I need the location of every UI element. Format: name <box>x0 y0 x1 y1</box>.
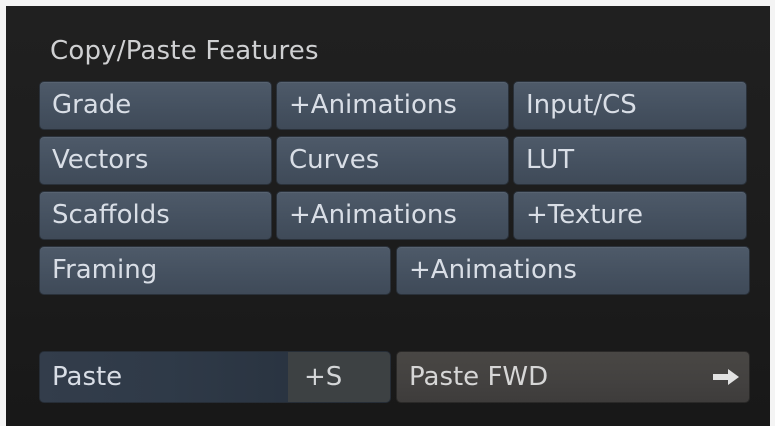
feature-row-4: Framing +Animations <box>39 246 750 295</box>
copy-paste-panel: Copy/Paste Features Grade +Animations In… <box>6 6 770 426</box>
grade-animations-button[interactable]: +Animations <box>276 81 509 130</box>
paste-row: Paste +S Paste FWD <box>39 351 750 403</box>
paste-forward-label: Paste FWD <box>409 362 549 392</box>
feature-row-1: Grade +Animations Input/CS <box>39 81 750 130</box>
grade-button[interactable]: Grade <box>39 81 272 130</box>
texture-button[interactable]: +Texture <box>513 191 747 240</box>
feature-row-3: Scaffolds +Animations +Texture <box>39 191 750 240</box>
framing-animations-button[interactable]: +Animations <box>396 246 750 295</box>
curves-button[interactable]: Curves <box>276 136 509 185</box>
scaffolds-button[interactable]: Scaffolds <box>39 191 272 240</box>
vectors-button[interactable]: Vectors <box>39 136 272 185</box>
lut-button[interactable]: LUT <box>513 136 747 185</box>
framing-button[interactable]: Framing <box>39 246 391 295</box>
scaffolds-animations-button[interactable]: +Animations <box>276 191 509 240</box>
paste-label: Paste <box>40 352 288 402</box>
panel-title: Copy/Paste Features <box>50 36 319 66</box>
input-cs-button[interactable]: Input/CS <box>513 81 747 130</box>
paste-button[interactable]: Paste +S <box>39 351 391 403</box>
feature-row-2: Vectors Curves LUT <box>39 136 750 185</box>
paste-modifier: +S <box>288 352 390 402</box>
arrow-right-icon <box>713 369 739 385</box>
paste-forward-button[interactable]: Paste FWD <box>396 351 750 403</box>
